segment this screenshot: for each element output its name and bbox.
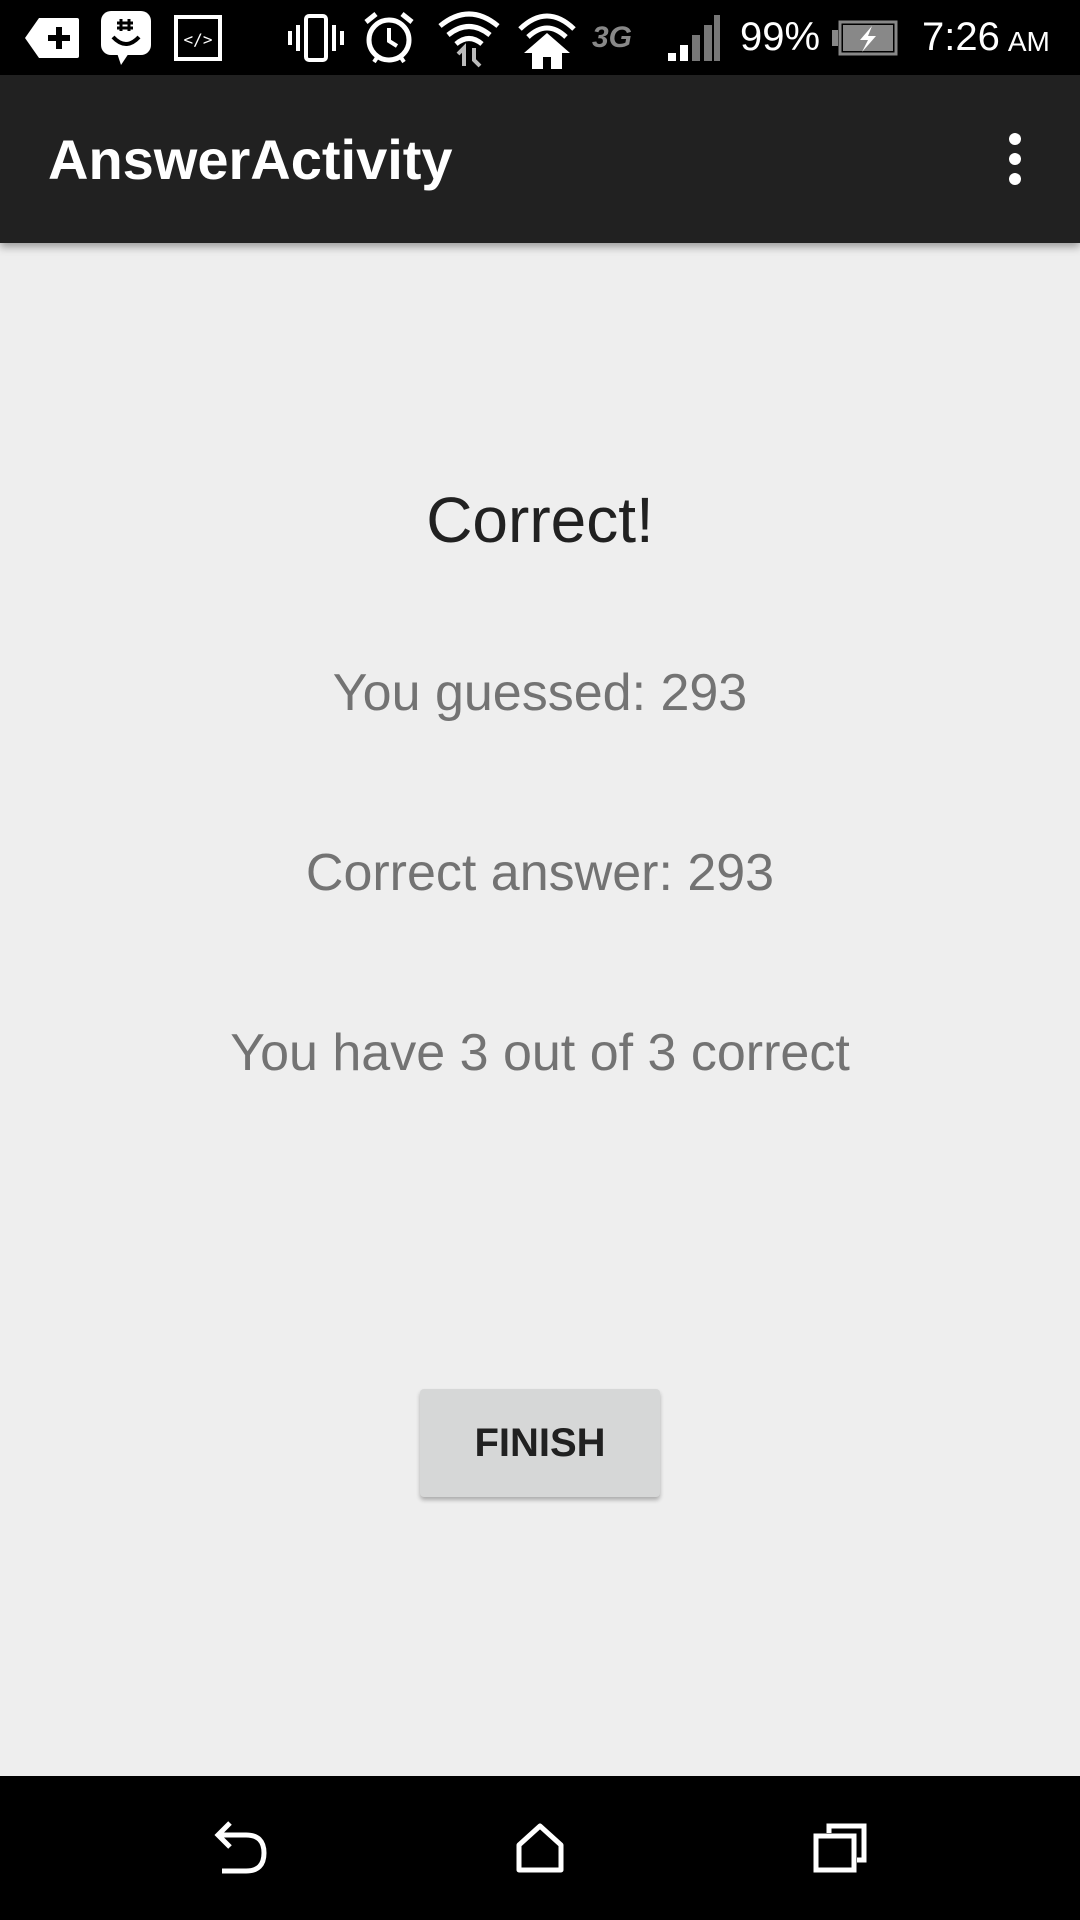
clock-suffix: AM [1007, 25, 1050, 57]
home-button[interactable] [480, 1798, 600, 1898]
code-icon: </> [174, 6, 222, 70]
score-text: You have 3 out of 3 correct [230, 1024, 850, 1082]
recents-icon [813, 1823, 867, 1873]
back-button[interactable] [180, 1798, 300, 1898]
answer-content: Correct! You guessed: 293 Correct answer… [0, 243, 1080, 1776]
status-bar: </> 3G 99% 7:26 AM [0, 0, 1080, 75]
messenger-icon [98, 6, 154, 70]
vibrate-icon [286, 6, 346, 70]
clock-time: 7:26 [922, 15, 1000, 59]
signal-icon [664, 6, 722, 70]
add-notification-icon [22, 6, 82, 70]
page-title: AnswerActivity [48, 127, 453, 191]
correct-answer-text: Correct answer: 293 [305, 844, 775, 902]
app-bar: AnswerActivity [0, 75, 1080, 243]
overflow-menu-button[interactable] [980, 119, 1050, 199]
finish-button[interactable]: FINISH [420, 1389, 660, 1497]
more-vert-icon [1009, 133, 1021, 185]
recents-button[interactable] [780, 1798, 900, 1898]
home-icon [516, 1823, 564, 1873]
back-icon [214, 1821, 267, 1874]
battery-percent: 99% [740, 15, 821, 59]
wifi-hotspot-icon [514, 6, 580, 70]
navigation-bar [0, 1776, 1080, 1920]
network-type-label: 3G [592, 20, 633, 54]
svg-text:</>: </> [184, 30, 213, 49]
wifi-icon [436, 6, 502, 70]
battery-charging-icon [830, 6, 900, 70]
guessed-text: You guessed: 293 [332, 664, 748, 722]
clock: 7:26 AM [922, 0, 1050, 75]
alarm-icon [360, 6, 418, 70]
result-title: Correct! [426, 484, 654, 556]
